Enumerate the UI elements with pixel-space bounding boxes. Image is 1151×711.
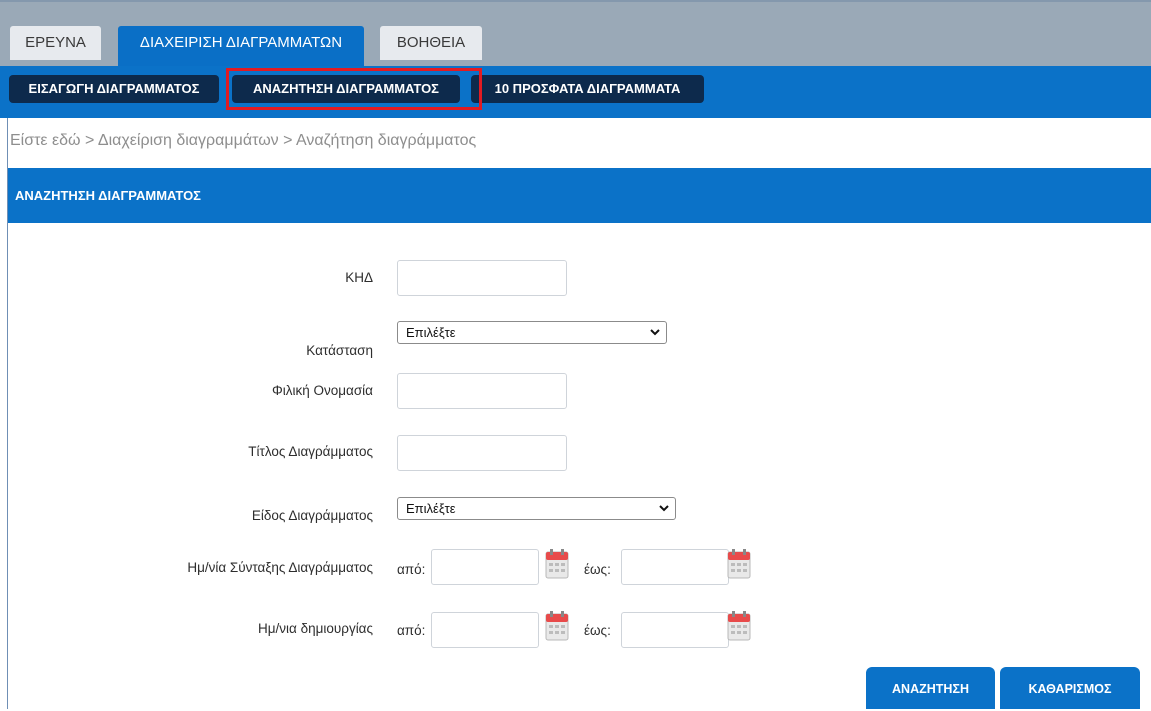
breadcrumb-prefix: Είστε εδώ xyxy=(10,132,81,149)
calendar-icon[interactable] xyxy=(545,549,569,579)
calendar-icon[interactable] xyxy=(727,611,751,641)
friendly-name-input[interactable] xyxy=(397,373,567,409)
khd-label: ΚΗΔ xyxy=(345,270,373,285)
diagram-title-label: Τίτλος Διαγράμματος xyxy=(248,444,373,459)
insert-diagram-button[interactable]: ΕΙΣΑΓΩΓΗ ΔΙΑΓΡΑΜΜΑΤΟΣ xyxy=(9,75,219,103)
clear-button[interactable]: ΚΑΘΑΡΙΣΜΟΣ xyxy=(1000,667,1140,709)
chevron-down-icon xyxy=(650,329,660,336)
breadcrumb-current: Αναζήτηση διαγράμματος xyxy=(296,132,477,149)
diagram-title-input[interactable] xyxy=(397,435,567,471)
create-date-label: Ημ/νια δημιουργίας xyxy=(257,621,373,636)
calendar-icon[interactable] xyxy=(545,611,569,641)
compose-date-from-label: από: xyxy=(397,562,426,577)
create-date-from-input[interactable] xyxy=(431,612,539,648)
compose-date-to-input[interactable] xyxy=(621,549,729,585)
sub-navigation: ΕΙΣΑΓΩΓΗ ΔΙΑΓΡΑΜΜΑΤΟΣ ΑΝΑΖΗΤΗΣΗ ΔΙΑΓΡΑΜΜ… xyxy=(0,66,1151,118)
friendly-name-label: Φιλική Ονομασία xyxy=(271,383,373,398)
create-date-to-input[interactable] xyxy=(621,612,729,648)
diagram-type-select[interactable]: Επιλέξτε xyxy=(397,497,676,520)
calendar-icon[interactable] xyxy=(727,549,751,579)
create-date-from-label: από: xyxy=(397,623,426,638)
diagram-type-label: Είδος Διαγράμματος xyxy=(251,508,373,523)
compose-date-from-input[interactable] xyxy=(431,549,539,585)
search-diagram-button[interactable]: ΑΝΑΖΗΤΗΣΗ ΔΙΑΓΡΑΜΜΑΤΟΣ xyxy=(232,75,460,103)
breadcrumb-separator: > xyxy=(84,132,95,149)
tab-help[interactable]: ΒΟΗΘΕΙΑ xyxy=(380,26,482,60)
khd-input[interactable] xyxy=(397,260,567,296)
breadcrumb-link-diagram-management[interactable]: Διαχείριση διαγραμμάτων xyxy=(98,132,279,149)
compose-date-label: Ημ/νία Σύνταξης Διαγράμματος xyxy=(187,560,373,575)
breadcrumb-separator: > xyxy=(283,132,293,149)
chevron-down-icon xyxy=(659,505,669,512)
tab-diagram-management[interactable]: ΔΙΑΧΕΙΡΙΣΗ ΔΙΑΓΡΑΜΜΑΤΩΝ xyxy=(118,26,364,68)
create-date-to-label: έως: xyxy=(584,623,611,638)
section-title: ΑΝΑΖΗΤΗΣΗ ΔΙΑΓΡΑΜΜΑΤΟΣ xyxy=(8,168,1151,223)
recent-diagrams-button[interactable]: 10 ΠΡΟΣΦΑΤΑ ΔΙΑΓΡΑΜΜΑΤΑ xyxy=(471,75,704,103)
status-select-value: Επιλέξτε xyxy=(406,325,456,340)
compose-date-to-label: έως: xyxy=(584,562,611,577)
tab-research[interactable]: ΕΡΕΥΝΑ xyxy=(10,26,101,60)
search-button[interactable]: ΑΝΑΖΗΤΗΣΗ xyxy=(866,667,995,709)
diagram-type-select-value: Επιλέξτε xyxy=(406,501,456,516)
status-select[interactable]: Επιλέξτε xyxy=(397,321,667,344)
top-tab-bar: ΕΡΕΥΝΑ ΔΙΑΧΕΙΡΙΣΗ ΔΙΑΓΡΑΜΜΑΤΩΝ ΒΟΗΘΕΙΑ xyxy=(0,0,1151,68)
status-label: Κατάσταση xyxy=(306,343,373,358)
breadcrumb: Είστε εδώ > Διαχείριση διαγραμμάτων > Αν… xyxy=(10,132,476,150)
